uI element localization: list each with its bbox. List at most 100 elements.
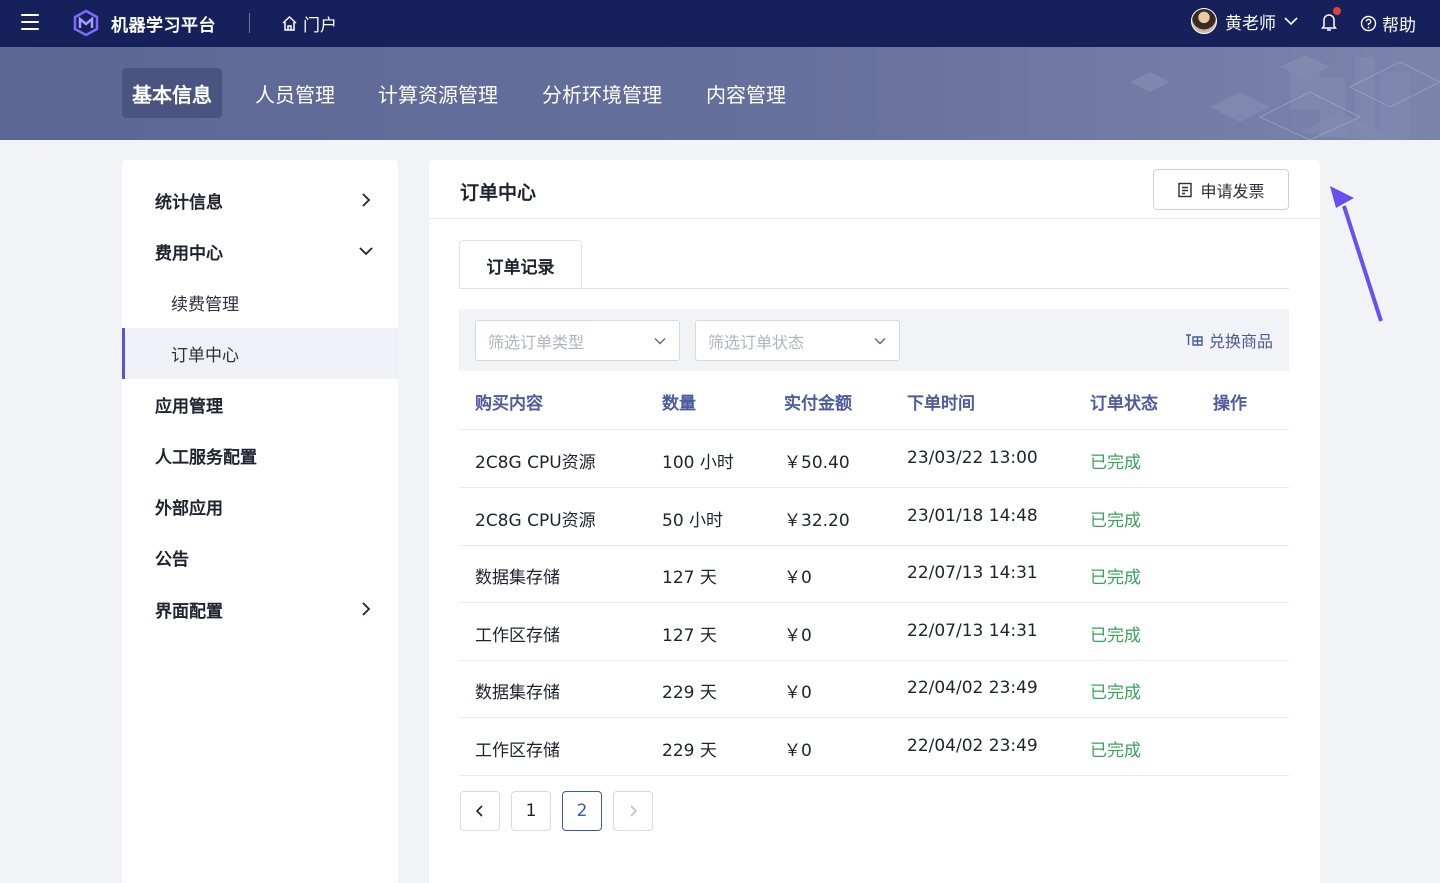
nav-tab-content[interactable]: 内容管理: [696, 68, 796, 118]
cell-content: 2C8G CPU资源: [475, 453, 596, 473]
chevron-right-icon: [630, 805, 638, 817]
notification-bell[interactable]: [1319, 7, 1341, 33]
cell-amount: ￥0: [784, 741, 812, 761]
redeem-goods-button[interactable]: 兑换商品: [1185, 328, 1273, 352]
banner-decoration: [1130, 55, 1440, 140]
sidebar-item-label: 订单中心: [171, 346, 239, 366]
order-center-panel: 订单中心 申请发票 订单记录 筛选订单类型 筛选订单状态 兑换商品 购买内容 数…: [429, 160, 1320, 883]
column-header-status: 订单状态: [1090, 394, 1158, 414]
table-row: 工作区存储 229 天 ￥0 22/04/02 23:49 已完成: [459, 718, 1289, 776]
cell-quantity: 100 小时: [662, 453, 734, 473]
chevron-down-icon: [654, 337, 666, 345]
column-header-content: 购买内容: [475, 394, 543, 414]
chevron-right-icon: [362, 602, 371, 616]
annotation-arrow-icon: [1330, 186, 1383, 322]
cell-amount: ￥0: [784, 626, 812, 646]
question-circle-icon: [1360, 15, 1377, 32]
page-title: 订单中心: [460, 182, 537, 204]
cell-status: 已完成: [1090, 626, 1141, 646]
order-status-select[interactable]: 筛选订单状态: [695, 320, 900, 361]
cell-time: 23/01/18 14:48: [907, 506, 1038, 526]
table-row: 2C8G CPU资源 50 小时 ￥32.20 23/01/18 14:48 已…: [459, 488, 1289, 546]
sidebar-item-label: 界面配置: [155, 602, 223, 622]
sidebar-item-orders[interactable]: 订单中心: [122, 328, 398, 379]
sidebar: 统计信息 费用中心 续费管理 订单中心 应用管理 人工服务配置 外部应用 公告 …: [122, 160, 398, 883]
cell-time: 22/07/13 14:31: [907, 621, 1038, 641]
order-type-select[interactable]: 筛选订单类型: [475, 320, 680, 361]
cell-time: 22/04/02 23:49: [907, 736, 1038, 756]
sidebar-item-label: 统计信息: [155, 193, 223, 213]
chevron-down-icon: [1284, 17, 1298, 26]
cell-quantity: 127 天: [662, 626, 717, 646]
nav-tab-analysis-env[interactable]: 分析环境管理: [532, 68, 672, 118]
order-status-placeholder: 筛选订单状态: [708, 332, 805, 352]
cell-quantity: 127 天: [662, 568, 717, 588]
sidebar-item-label: 续费管理: [171, 295, 239, 315]
topbar-divider: [249, 13, 250, 33]
user-name: 黄老师: [1225, 13, 1276, 34]
order-type-placeholder: 筛选订单类型: [488, 332, 585, 352]
sidebar-item-billing[interactable]: 费用中心: [122, 226, 398, 277]
cell-status: 已完成: [1090, 453, 1141, 473]
cell-amount: ￥0: [784, 683, 812, 703]
nav-tab-personnel[interactable]: 人员管理: [245, 68, 345, 118]
avatar: [1191, 8, 1217, 34]
nav-tab-basic-info[interactable]: 基本信息: [122, 68, 222, 118]
platform-logo-icon: [73, 9, 99, 37]
prev-page-button[interactable]: [460, 791, 500, 831]
sidebar-item-statistics[interactable]: 统计信息: [122, 175, 398, 226]
receipt-icon: [1178, 182, 1193, 197]
portal-link[interactable]: 门户: [281, 11, 337, 36]
cell-content: 数据集存储: [475, 568, 560, 588]
top-bar: 机器学习平台 门户 黄老师 帮助: [0, 0, 1440, 47]
cell-amount: ￥32.20: [784, 511, 850, 531]
sidebar-item-manual-service[interactable]: 人工服务配置: [122, 430, 398, 481]
sidebar-item-external-apps[interactable]: 外部应用: [122, 481, 398, 532]
tab-order-records[interactable]: 订单记录: [459, 240, 582, 289]
sidebar-item-app-management[interactable]: 应用管理: [122, 379, 398, 430]
cell-status: 已完成: [1090, 741, 1141, 761]
help-link[interactable]: 帮助: [1360, 11, 1416, 36]
column-header-amount: 实付金额: [784, 394, 852, 414]
cell-time: 22/04/02 23:49: [907, 678, 1038, 698]
page-button-2[interactable]: 2: [562, 791, 602, 831]
cell-content: 2C8G CPU资源: [475, 511, 596, 531]
table-row: 数据集存储 127 天 ￥0 22/07/13 14:31 已完成: [459, 545, 1289, 603]
cell-status: 已完成: [1090, 511, 1141, 531]
sidebar-item-announcements[interactable]: 公告: [122, 532, 398, 583]
chevron-right-icon: [362, 193, 371, 207]
cell-quantity: 50 小时: [662, 511, 724, 531]
cell-amount: ￥0: [784, 568, 812, 588]
tab-underline: [459, 288, 1289, 289]
user-menu[interactable]: 黄老师: [1191, 8, 1298, 34]
column-header-quantity: 数量: [662, 394, 696, 414]
sidebar-item-ui-config[interactable]: 界面配置: [122, 584, 398, 635]
cell-content: 工作区存储: [475, 626, 560, 646]
next-page-button[interactable]: [613, 791, 653, 831]
nav-tab-compute[interactable]: 计算资源管理: [368, 68, 508, 118]
column-header-time: 下单时间: [907, 394, 975, 414]
banner: 基本信息 人员管理 计算资源管理 分析环境管理 内容管理: [0, 47, 1440, 140]
home-icon: [282, 15, 297, 31]
sidebar-item-renewal[interactable]: 续费管理: [122, 277, 398, 328]
cell-quantity: 229 天: [662, 683, 717, 703]
chevron-left-icon: [475, 805, 483, 817]
table-row: 工作区存储 127 天 ￥0 22/07/13 14:31 已完成: [459, 603, 1289, 661]
header-divider: [429, 218, 1320, 219]
hamburger-menu-icon[interactable]: [21, 14, 39, 30]
chevron-down-icon: [359, 247, 373, 256]
gift-icon: [1185, 334, 1203, 346]
apply-invoice-button[interactable]: 申请发票: [1153, 169, 1289, 210]
column-header-actions: 操作: [1213, 394, 1247, 414]
cell-status: 已完成: [1090, 568, 1141, 588]
sidebar-item-label: 应用管理: [155, 397, 223, 417]
portal-label: 门户: [303, 16, 337, 36]
cell-quantity: 229 天: [662, 741, 717, 761]
filter-bar: 筛选订单类型 筛选订单状态 兑换商品: [459, 309, 1289, 371]
cell-amount: ￥50.40: [784, 453, 850, 473]
chevron-down-icon: [874, 337, 886, 345]
app-title[interactable]: 机器学习平台: [111, 11, 216, 36]
redeem-goods-label: 兑换商品: [1208, 332, 1273, 351]
cell-time: 22/07/13 14:31: [907, 563, 1038, 583]
page-button-1[interactable]: 1: [511, 791, 551, 831]
